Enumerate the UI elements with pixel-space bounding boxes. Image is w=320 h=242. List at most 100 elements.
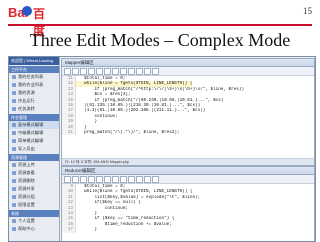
mapper-code-area[interactable]: 11 $total_time = 0; 12 while($line = fget… xyxy=(62,76,314,136)
menu-item-icon xyxy=(12,219,16,223)
replace-icon[interactable] xyxy=(136,175,143,183)
line-number: 21 xyxy=(62,129,76,136)
reducer-code-area[interactable]: 9 $total_time = 0; 10 while($line = fgets… xyxy=(62,184,314,233)
sidebar-item[interactable]: 帮助中心 xyxy=(9,225,59,233)
run-icon[interactable] xyxy=(144,67,151,75)
sidebar-item[interactable]: 个人设置 xyxy=(9,217,59,225)
sidebar-item-label: 资源删除 xyxy=(18,178,35,183)
menu-item-icon xyxy=(12,195,16,199)
sidebar-item-label: 作业运行 xyxy=(18,98,35,103)
code-line: 21 preg_match("/\(.*\)/", $line, $res2); xyxy=(62,129,314,136)
menu-item-icon xyxy=(12,171,16,175)
replace-icon[interactable] xyxy=(136,67,143,75)
undo-icon[interactable] xyxy=(112,67,119,75)
sidebar-item-label: 资源查看 xyxy=(18,170,35,175)
code-line: 17 } xyxy=(62,227,314,233)
redo-icon[interactable] xyxy=(120,175,127,183)
paw-icon xyxy=(22,6,32,16)
copy-icon[interactable] xyxy=(96,175,103,183)
sidebar-item-label: 导入导出 xyxy=(18,146,35,151)
line-number: 17 xyxy=(62,227,76,233)
sidebar-section-2[interactable]: 作业管理 xyxy=(9,114,59,121)
sidebar-item-label: 我的资源 xyxy=(18,90,35,95)
sidebar-item[interactable]: 复杂模式编辑 xyxy=(9,121,59,129)
run-icon[interactable] xyxy=(144,175,151,183)
sidebar-section-3[interactable]: 资源管理 xyxy=(9,154,59,161)
cut-icon[interactable] xyxy=(88,67,95,75)
sidebar-item[interactable]: 任务流转 xyxy=(9,105,59,113)
sidebar-item[interactable]: 资源上传 xyxy=(9,161,59,169)
mapper-pane-title: Mapper编辑区 xyxy=(62,59,314,67)
sidebar-item-label: 中级模式编辑 xyxy=(18,130,44,135)
sidebar-item[interactable]: 作业运行 xyxy=(9,97,59,105)
save-icon[interactable] xyxy=(80,67,87,75)
menu-item-icon xyxy=(12,203,16,207)
find-icon[interactable] xyxy=(128,67,135,75)
menu-item-icon xyxy=(12,123,16,127)
redo-icon[interactable] xyxy=(120,67,127,75)
sidebar-section-1[interactable]: 工作平台 xyxy=(9,66,59,73)
sidebar-item-label: 权限设置 xyxy=(18,202,35,207)
sidebar-item-label: 复杂模式编辑 xyxy=(18,122,44,127)
sidebar-item[interactable]: 简单模式编辑 xyxy=(9,137,59,145)
mapper-editor-pane: Mapper编辑区 11 $total_time = 0; 12 while($l… xyxy=(61,58,315,166)
menu-item-icon xyxy=(12,91,16,95)
sidebar-top-label: 欢迎您 | Wheat Loading xyxy=(9,57,59,65)
paste-icon[interactable] xyxy=(104,175,111,183)
app-screenshot: 欢迎您 | Wheat Loading 工作平台 我的任务列表 我的作业列表 我的资… xyxy=(8,56,316,242)
sidebar-item-label: 资源分组 xyxy=(18,194,35,199)
sidebar-item-label: 我的任务列表 xyxy=(18,74,44,79)
slide: Bai 百度 15 Three Edit Modes – Complex Mod… xyxy=(0,0,320,242)
reducer-toolbar xyxy=(62,175,314,184)
header-rule xyxy=(8,24,312,26)
debug-icon[interactable] xyxy=(152,67,159,75)
menu-item-icon xyxy=(12,227,16,231)
sidebar-item-label: 资源共享 xyxy=(18,186,35,191)
new-icon[interactable] xyxy=(64,175,71,183)
slide-title: Three Edit Modes – Complex Mode xyxy=(29,30,291,50)
mapper-statusbar: 行: 12 列: 5 字符: 394 ANSI Mapper.php xyxy=(62,158,314,165)
sidebar-item-label: 个人设置 xyxy=(18,218,35,223)
new-icon[interactable] xyxy=(64,67,71,75)
paste-icon[interactable] xyxy=(104,67,111,75)
sidebar-item[interactable]: 导入导出 xyxy=(9,145,59,153)
sidebar-item-label: 帮助中心 xyxy=(18,226,35,231)
menu-item-icon xyxy=(12,139,16,143)
undo-icon[interactable] xyxy=(112,175,119,183)
sidebar-item-label: 简单模式编辑 xyxy=(18,138,44,143)
menu-item-icon xyxy=(12,83,16,87)
cut-icon[interactable] xyxy=(88,175,95,183)
copy-icon[interactable] xyxy=(96,67,103,75)
sidebar-item[interactable]: 我的资源 xyxy=(9,89,59,97)
sidebar-item-label: 我的作业列表 xyxy=(18,82,44,87)
sidebar-item[interactable]: 我的任务列表 xyxy=(9,73,59,81)
reducer-pane-title: Reducer编辑区 xyxy=(62,167,314,175)
menu-item-icon xyxy=(12,187,16,191)
open-icon[interactable] xyxy=(72,67,79,75)
sidebar-item-label: 任务流转 xyxy=(18,106,35,111)
sidebar-item[interactable]: 权限设置 xyxy=(9,201,59,209)
sidebar-section-4[interactable]: 系统 xyxy=(9,210,59,217)
menu-item-icon xyxy=(12,131,16,135)
sidebar-item-label: 资源上传 xyxy=(18,162,35,167)
sidebar-item[interactable]: 资源共享 xyxy=(9,185,59,193)
menu-item-icon xyxy=(12,99,16,103)
debug-icon[interactable] xyxy=(152,175,159,183)
menu-item-icon xyxy=(12,75,16,79)
open-icon[interactable] xyxy=(72,175,79,183)
page-number: 15 xyxy=(303,6,312,16)
sidebar-item[interactable]: 资源删除 xyxy=(9,177,59,185)
save-icon[interactable] xyxy=(80,175,87,183)
baidu-logo: Bai 百度 xyxy=(8,5,48,38)
menu-item-icon xyxy=(12,147,16,151)
code-text: preg_match("/\(.*\)/", $line, $res2); xyxy=(79,129,180,135)
sidebar-item[interactable]: 资源查看 xyxy=(9,169,59,177)
find-icon[interactable] xyxy=(128,175,135,183)
sidebar-item[interactable]: 中级模式编辑 xyxy=(9,129,59,137)
mapper-toolbar xyxy=(62,67,314,76)
menu-item-icon xyxy=(12,163,16,167)
sidebar-item[interactable]: 资源分组 xyxy=(9,193,59,201)
code-text: } xyxy=(79,227,98,233)
sidebar: 欢迎您 | Wheat Loading 工作平台 我的任务列表 我的作业列表 我的资… xyxy=(9,57,60,241)
sidebar-item[interactable]: 我的作业列表 xyxy=(9,81,59,89)
